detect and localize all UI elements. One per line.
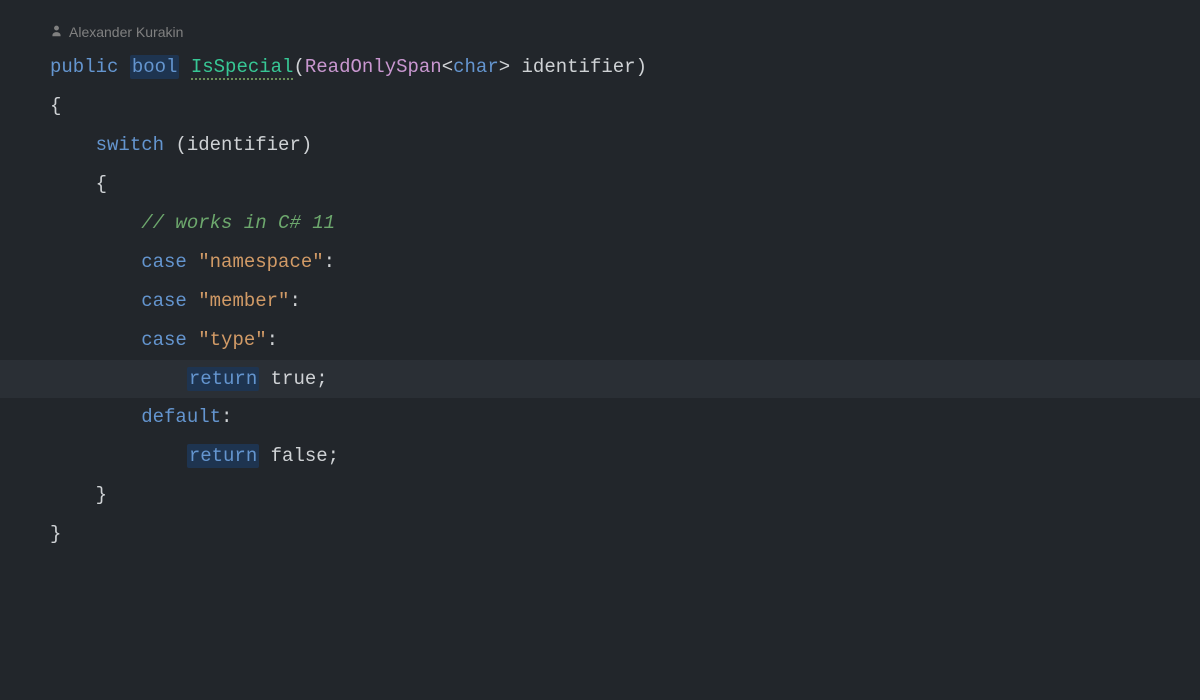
keyword-bool: bool <box>130 55 180 79</box>
keyword-default: default <box>141 406 221 428</box>
method-name: IsSpecial <box>191 56 294 80</box>
keyword-return: return <box>187 367 259 391</box>
code-line: case "type": <box>50 321 1200 360</box>
brace-close: } <box>50 523 61 545</box>
bool-false: false <box>271 445 328 467</box>
paren-open: ( <box>293 56 304 78</box>
switch-expr: identifier <box>187 134 301 156</box>
colon: : <box>289 290 300 312</box>
semicolon: ; <box>328 445 339 467</box>
keyword-case: case <box>141 251 187 273</box>
code-line: { <box>50 87 1200 126</box>
code-line: default: <box>50 398 1200 437</box>
code-editor[interactable]: public bool IsSpecial(ReadOnlySpan<char>… <box>0 48 1200 554</box>
keyword-switch: switch <box>96 134 164 156</box>
type-readonlyspan: ReadOnlySpan <box>305 56 442 78</box>
keyword-case: case <box>141 329 187 351</box>
brace-open: { <box>96 173 107 195</box>
keyword-public: public <box>50 56 118 78</box>
code-line: case "member": <box>50 282 1200 321</box>
code-line: return false; <box>50 437 1200 476</box>
param-identifier: identifier <box>522 56 636 78</box>
author-icon <box>50 24 63 40</box>
semicolon: ; <box>316 368 327 390</box>
code-lens-author[interactable]: Alexander Kurakin <box>0 24 1200 40</box>
code-lens-author-text: Alexander Kurakin <box>69 24 183 40</box>
string-literal: "type" <box>198 329 266 351</box>
colon: : <box>267 329 278 351</box>
code-line: public bool IsSpecial(ReadOnlySpan<char>… <box>50 48 1200 87</box>
code-line-highlighted: return true; <box>0 360 1200 399</box>
string-literal: "member" <box>198 290 289 312</box>
angle-close: > <box>499 56 510 78</box>
brace-close: } <box>96 484 107 506</box>
paren-close: ) <box>301 134 312 156</box>
paren-close: ) <box>636 56 647 78</box>
code-line: } <box>50 515 1200 554</box>
colon: : <box>221 406 232 428</box>
type-char: char <box>453 56 499 78</box>
code-line: switch (identifier) <box>50 126 1200 165</box>
comment: // works in C# 11 <box>141 212 335 234</box>
code-line: } <box>50 476 1200 515</box>
code-line: // works in C# 11 <box>50 204 1200 243</box>
colon: : <box>324 251 335 273</box>
keyword-case: case <box>141 290 187 312</box>
string-literal: "namespace" <box>198 251 323 273</box>
brace-open: { <box>50 95 61 117</box>
paren-open: ( <box>175 134 186 156</box>
bool-true: true <box>271 368 317 390</box>
angle-open: < <box>442 56 453 78</box>
code-line: { <box>50 165 1200 204</box>
code-line: case "namespace": <box>50 243 1200 282</box>
keyword-return: return <box>187 444 259 468</box>
